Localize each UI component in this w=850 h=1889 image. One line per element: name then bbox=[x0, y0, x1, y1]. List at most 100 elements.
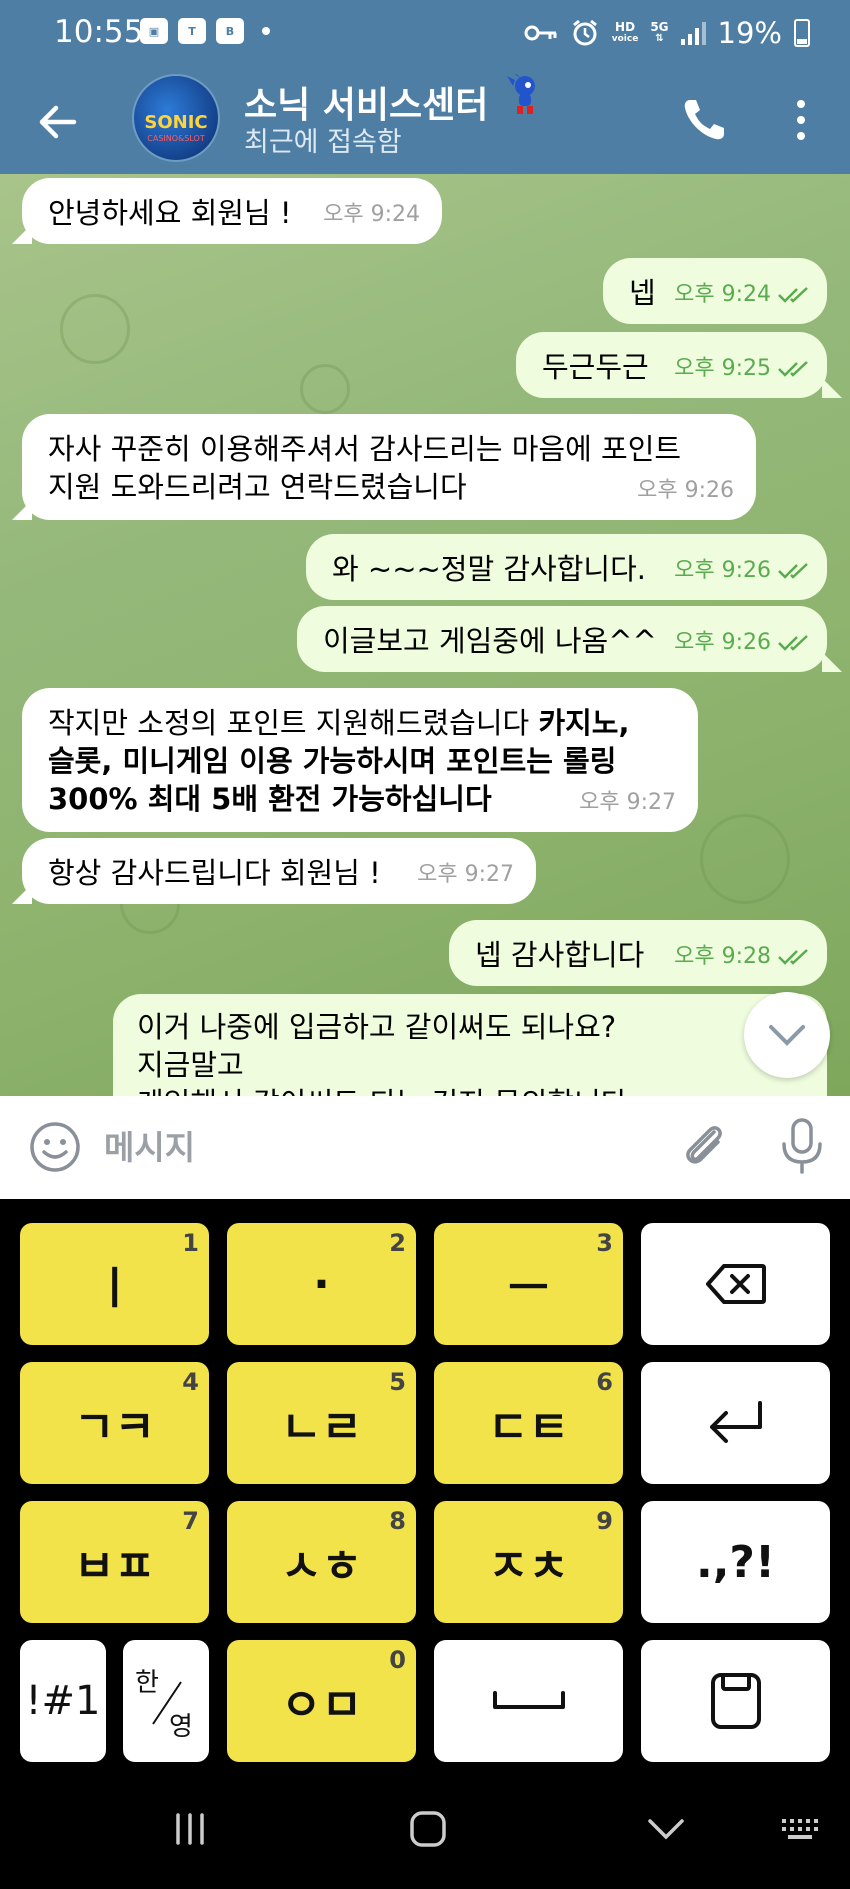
key-jieut[interactable]: 9 ㅈㅊ bbox=[434, 1501, 623, 1623]
key-giyeok[interactable]: 4 ㄱㅋ bbox=[20, 1362, 209, 1484]
keyboard-icon[interactable] bbox=[770, 1799, 830, 1859]
status-bar: 10:55 ▣ T B HD voice 5G ⇅ 19% bbox=[0, 0, 850, 72]
message-text: 자사 꾸준히 이용해주셔서 감사드리는 마음에 포인트 bbox=[48, 432, 682, 466]
symbols-key[interactable]: !#1 bbox=[20, 1640, 106, 1762]
message-incoming[interactable]: 항상 감사드립니다 회원님 ! 오후 9:27 bbox=[22, 838, 536, 904]
sonic-emoji-icon bbox=[507, 74, 535, 114]
home-icon[interactable] bbox=[398, 1799, 458, 1859]
message-outgoing[interactable]: 넵 감사합니다 오후 9:28 bbox=[449, 920, 827, 986]
message-text: 작지만 소정의 포인트 지원해드렸습니다 카지노, bbox=[48, 706, 630, 740]
double-check-icon bbox=[778, 635, 808, 651]
chevron-down-icon bbox=[769, 1025, 805, 1046]
chat-header: SONIC CASINO&SLOT 소닉 서비스센터 최근에 접속함 bbox=[0, 72, 850, 174]
message-time: 오후 9:26 bbox=[674, 624, 811, 662]
key-bieup[interactable]: 7 ㅂㅍ bbox=[20, 1501, 209, 1623]
lang-switch-key[interactable]: 한 영 bbox=[123, 1640, 209, 1762]
wallpaper-doodle bbox=[700, 814, 790, 904]
double-check-icon bbox=[778, 563, 808, 579]
message-text: 안녕하세요 회원님 ! bbox=[48, 196, 292, 230]
message-incoming[interactable]: 안녕하세요 회원님 ! 오후 9:24 bbox=[22, 178, 442, 244]
message-outgoing[interactable]: 두근두근 오후 9:25 bbox=[516, 332, 827, 398]
emoji-icon[interactable] bbox=[28, 1120, 82, 1174]
key-ieung[interactable]: 0 ㅇㅁ bbox=[227, 1640, 416, 1762]
talk-icon: T bbox=[178, 18, 206, 44]
avatar[interactable]: SONIC CASINO&SLOT bbox=[132, 74, 220, 162]
message-outgoing[interactable]: 와 ~~~정말 감사합니다. 오후 9:26 bbox=[306, 534, 827, 600]
key-dot[interactable]: 2 · bbox=[227, 1223, 416, 1345]
key-vowel-eu[interactable]: 3ㅡ bbox=[434, 1223, 623, 1345]
key-siot[interactable]: 8 ㅅㅎ bbox=[227, 1501, 416, 1623]
clipboard-key[interactable] bbox=[641, 1640, 830, 1762]
message-text: 슬롯, 미니게임 이용 가능하시며 포인트는 롤링 bbox=[48, 744, 617, 778]
message-text: 와 ~~~정말 감사합니다. bbox=[332, 552, 646, 586]
hd-voice-icon: HD voice bbox=[611, 20, 639, 44]
punctuation-key[interactable]: .,?! bbox=[641, 1501, 830, 1623]
message-time: 오후 9:25 bbox=[674, 350, 811, 388]
signal-icon bbox=[680, 21, 706, 45]
double-check-icon bbox=[778, 361, 808, 377]
message-text: 지금말고 bbox=[137, 1048, 244, 1082]
keyboard: 1ㅣ 2 · 3ㅡ 4 ㄱㅋ 5 ㄴㄹ 6 ㄷㅌ 7 ㅂㅍ 8 ㅅㅎ 9 ㅈㅊ .,?! !#… bbox=[0, 1199, 850, 1769]
b-icon: B bbox=[216, 18, 244, 44]
double-check-icon bbox=[778, 287, 808, 303]
scroll-down-button[interactable] bbox=[744, 992, 830, 1078]
message-text: 항상 감사드립니다 회원님 ! bbox=[48, 856, 381, 890]
clipboard-icon bbox=[710, 1673, 761, 1729]
status-time: 10:55 bbox=[54, 14, 144, 50]
gallery-icon: ▣ bbox=[140, 18, 168, 44]
key-vowel-i[interactable]: 1ㅣ bbox=[20, 1223, 209, 1345]
backspace-key[interactable] bbox=[641, 1223, 830, 1345]
message-text: 게임해서 같이써도 되는 건지 문의합니다 bbox=[137, 1084, 801, 1096]
avatar-logo-subtext: CASINO&SLOT bbox=[147, 134, 205, 143]
message-outgoing[interactable]: 이거 나중에 입금하고 같이써도 되나요? 지금말고 게임해서 같이써도 되는 … bbox=[113, 994, 827, 1096]
enter-key[interactable] bbox=[641, 1362, 830, 1484]
message-input-bar bbox=[0, 1096, 850, 1199]
battery-percent: 19% bbox=[717, 16, 782, 50]
double-check-icon bbox=[778, 949, 808, 965]
message-time: 오후 9:27 bbox=[417, 862, 514, 887]
battery-icon bbox=[794, 19, 810, 47]
message-text: 넵 감사합니다 bbox=[475, 938, 645, 972]
system-nav-bar bbox=[0, 1769, 850, 1889]
message-incoming[interactable]: 작지만 소정의 포인트 지원해드렸습니다 카지노, 슬롯, 미니게임 이용 가능… bbox=[22, 688, 698, 832]
chat-area[interactable]: 안녕하세요 회원님 ! 오후 9:24 넵 오후 9:24 두근두근 오후 9:… bbox=[0, 174, 850, 1096]
message-incoming[interactable]: 자사 꾸준히 이용해주셔서 감사드리는 마음에 포인트 지원 도와드리려고 연락… bbox=[22, 414, 756, 520]
key-icon bbox=[524, 25, 557, 41]
alarm-icon bbox=[572, 19, 597, 46]
5g-icon: 5G ⇅ bbox=[650, 20, 669, 44]
message-text: 두근두근 bbox=[542, 350, 649, 384]
wallpaper-doodle bbox=[60, 294, 130, 364]
message-text: 넵 bbox=[629, 276, 656, 310]
attach-icon[interactable] bbox=[676, 1118, 732, 1174]
message-time: 오후 9:24 bbox=[323, 202, 420, 227]
message-text: 이거 나중에 입금하고 같이써도 되나요? bbox=[137, 1010, 617, 1044]
message-time: 오후 9:28 bbox=[674, 938, 811, 976]
back-arrow-icon[interactable] bbox=[30, 94, 86, 150]
backspace-icon bbox=[705, 1264, 766, 1304]
message-time: 오후 9:26 bbox=[674, 552, 811, 590]
mic-icon[interactable] bbox=[776, 1116, 828, 1176]
message-text: 지원 도와드리려고 연락드렸습니다 bbox=[48, 470, 467, 504]
message-input[interactable] bbox=[104, 1120, 664, 1174]
message-text: 이글보고 게임중에 나옴^^ bbox=[323, 624, 657, 658]
message-time: 오후 9:27 bbox=[579, 790, 676, 815]
system-icons: HD voice 5G ⇅ 19% bbox=[524, 16, 810, 50]
message-time: 오후 9:26 bbox=[637, 478, 734, 503]
chat-status: 최근에 접속함 bbox=[244, 127, 402, 158]
avatar-logo-text: SONIC bbox=[144, 112, 208, 133]
space-icon bbox=[492, 1691, 565, 1709]
recent-apps-icon[interactable] bbox=[160, 1799, 220, 1859]
message-outgoing[interactable]: 넵 오후 9:24 bbox=[603, 258, 827, 324]
notification-icons: ▣ T B bbox=[140, 18, 270, 44]
key-digeut[interactable]: 6 ㄷㅌ bbox=[434, 1362, 623, 1484]
message-outgoing[interactable]: 이글보고 게임중에 나옴^^ 오후 9:26 bbox=[297, 606, 827, 672]
more-vert-icon[interactable] bbox=[786, 94, 816, 146]
message-time: 오후 9:24 bbox=[674, 276, 811, 314]
enter-icon bbox=[709, 1401, 762, 1443]
back-chevron-icon[interactable] bbox=[636, 1799, 696, 1859]
phone-icon[interactable] bbox=[678, 94, 730, 146]
key-nieun[interactable]: 5 ㄴㄹ bbox=[227, 1362, 416, 1484]
wallpaper-doodle bbox=[300, 364, 350, 414]
space-key[interactable] bbox=[434, 1640, 623, 1762]
more-notifications-dot bbox=[262, 27, 270, 35]
